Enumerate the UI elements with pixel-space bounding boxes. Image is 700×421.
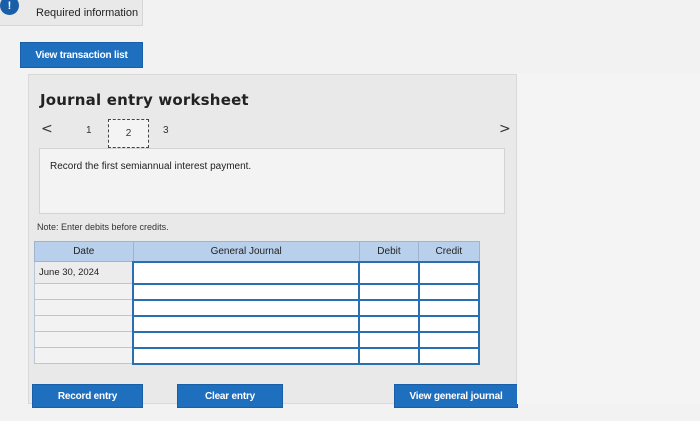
credit-input[interactable] (417, 330, 481, 349)
date-cell (34, 331, 134, 348)
date-cell (34, 283, 134, 300)
general-journal-column-header: General Journal (132, 241, 360, 262)
credit-input[interactable] (417, 346, 481, 365)
journal-entry-worksheet: Journal entry worksheet < 1 2 3 > Record… (28, 74, 518, 408)
account-input[interactable] (132, 298, 361, 317)
debit-input[interactable] (358, 314, 420, 333)
required-information-banner: ! Required information (0, 0, 143, 26)
journal-header-row: Date General Journal Debit Credit (34, 241, 480, 262)
credit-input[interactable] (417, 260, 481, 285)
previous-step-arrow-icon[interactable]: < (41, 121, 53, 137)
date-cell (34, 347, 134, 364)
account-input[interactable] (132, 330, 361, 349)
step-1[interactable]: 1 (86, 125, 92, 136)
record-entry-button[interactable]: Record entry (32, 384, 143, 408)
table-row: June 30, 2024 (34, 260, 481, 285)
account-input[interactable] (132, 260, 361, 285)
info-icon: ! (0, 0, 19, 15)
table-row (34, 282, 481, 301)
date-cell (34, 315, 134, 332)
debit-input[interactable] (358, 260, 420, 285)
instruction-text: Record the first semiannual interest pay… (50, 161, 252, 172)
credit-input[interactable] (417, 282, 481, 301)
worksheet-title: Journal entry worksheet (40, 91, 249, 109)
debit-column-header: Debit (358, 241, 420, 262)
view-transaction-list-button[interactable]: View transaction list (20, 42, 143, 68)
credit-input[interactable] (417, 298, 481, 317)
table-row (34, 314, 481, 333)
instruction-box: Record the first semiannual interest pay… (39, 148, 505, 214)
view-general-journal-button[interactable]: View general journal (394, 384, 518, 408)
debit-input[interactable] (358, 298, 420, 317)
date-cell: June 30, 2024 (34, 261, 134, 284)
step-3[interactable]: 3 (163, 125, 169, 136)
table-row (34, 346, 481, 365)
debit-input[interactable] (358, 282, 420, 301)
account-input[interactable] (132, 314, 361, 333)
required-information-label: Required information (36, 6, 139, 19)
debit-input[interactable] (358, 346, 420, 365)
note-text: Note: Enter debits before credits. (37, 222, 169, 232)
right-background-panel (517, 74, 700, 404)
table-row (34, 298, 481, 317)
table-row (34, 330, 481, 349)
account-input[interactable] (132, 282, 361, 301)
credit-column-header: Credit (418, 241, 480, 262)
credit-input[interactable] (417, 314, 481, 333)
date-column-header: Date (34, 241, 134, 262)
account-input[interactable] (132, 346, 361, 365)
journal-table: Date General Journal Debit Credit June 3… (34, 241, 481, 365)
date-cell (34, 299, 134, 316)
clear-entry-button[interactable]: Clear entry (177, 384, 283, 408)
step-2-current[interactable]: 2 (108, 119, 149, 148)
debit-input[interactable] (358, 330, 420, 349)
next-step-arrow-icon[interactable]: > (499, 121, 511, 137)
